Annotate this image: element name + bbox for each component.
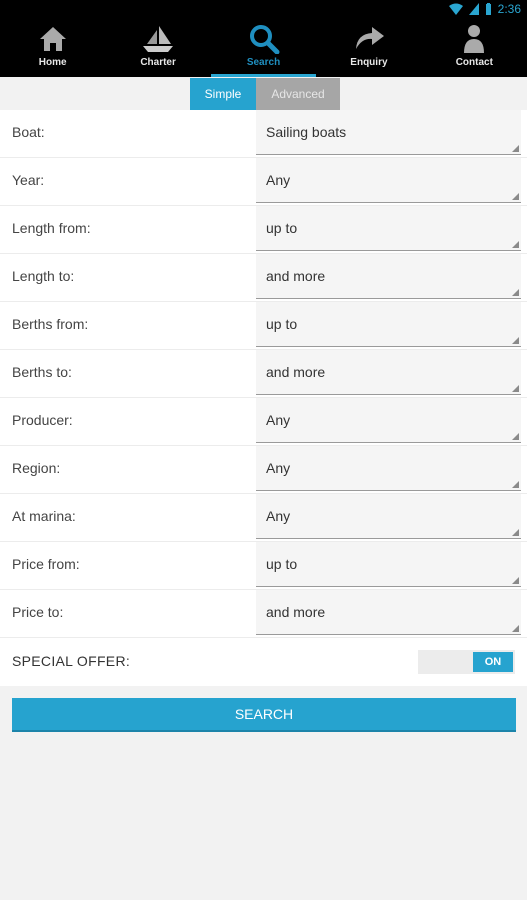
nav-item-search[interactable]: Search	[210, 18, 317, 77]
field-label: Year:	[12, 172, 45, 188]
field-label: Producer:	[12, 412, 73, 428]
special-offer-toggle[interactable]: ON	[418, 650, 515, 674]
search-icon	[249, 25, 280, 54]
clock: 2:36	[497, 2, 521, 16]
dropdown-corner-icon	[512, 193, 519, 200]
form-row-special-offer: SPECIAL OFFER: ON	[0, 638, 527, 686]
select-value: and more	[266, 604, 326, 620]
form-row-region: Region: Any	[0, 446, 527, 494]
toggle-on-label: ON	[473, 652, 513, 672]
field-label: Price from:	[12, 556, 80, 572]
form-row-length-from: Length from: up to	[0, 206, 527, 254]
special-offer-label: SPECIAL OFFER:	[12, 653, 131, 669]
nav-item-home[interactable]: Home	[0, 18, 105, 77]
select-value: Any	[266, 412, 291, 428]
dropdown-corner-icon	[512, 625, 519, 632]
dropdown-corner-icon	[512, 337, 519, 344]
region-select[interactable]: Any	[256, 446, 521, 491]
select-value: and more	[266, 268, 326, 284]
nav-label: Enquiry	[350, 57, 388, 68]
field-label: Length to:	[12, 268, 75, 284]
select-value: Any	[266, 460, 291, 476]
producer-select[interactable]: Any	[256, 398, 521, 443]
year-select[interactable]: Any	[256, 158, 521, 203]
price-from-select[interactable]: up to	[256, 542, 521, 587]
price-to-select[interactable]: and more	[256, 590, 521, 635]
select-value: Any	[266, 508, 291, 524]
nav-label: Home	[38, 57, 67, 68]
nav-label: Contact	[455, 57, 493, 68]
marina-select[interactable]: Any	[256, 494, 521, 539]
form-row-producer: Producer: Any	[0, 398, 527, 446]
person-icon	[464, 25, 485, 53]
berths-from-select[interactable]: up to	[256, 302, 521, 347]
tab-advanced[interactable]: Advanced	[256, 78, 340, 110]
form-row-length-to: Length to: and more	[0, 254, 527, 302]
dropdown-corner-icon	[512, 577, 519, 584]
dropdown-corner-icon	[512, 145, 519, 152]
nav-label: Search	[246, 57, 281, 68]
field-label: Berths from:	[12, 316, 89, 332]
tab-simple[interactable]: Simple	[190, 78, 256, 110]
form-row-berths-from: Berths from: up to	[0, 302, 527, 350]
form-row-price-to: Price to: and more	[0, 590, 527, 638]
length-from-select[interactable]: up to	[256, 206, 521, 251]
select-value: Sailing boats	[266, 124, 347, 140]
top-navigation: Home Charter Search Enquiry Contact	[0, 18, 527, 77]
field-label: Price to:	[12, 604, 64, 620]
form-row-year: Year: Any	[0, 158, 527, 206]
wifi-icon	[448, 3, 463, 15]
field-label: Length from:	[12, 220, 91, 236]
form-row-boat: Boat: Sailing boats	[0, 110, 527, 158]
dropdown-corner-icon	[512, 289, 519, 296]
home-icon	[39, 27, 66, 51]
select-value: up to	[266, 316, 298, 332]
search-button[interactable]: SEARCH	[12, 698, 516, 732]
boat-select[interactable]: Sailing boats	[256, 110, 521, 155]
nav-item-contact[interactable]: Contact	[422, 18, 527, 77]
battery-icon	[485, 3, 491, 15]
field-label: Berths to:	[12, 364, 72, 380]
field-label: At marina:	[12, 508, 76, 524]
share-arrow-icon	[355, 27, 384, 49]
form-row-at-marina: At marina: Any	[0, 494, 527, 542]
form-row-price-from: Price from: up to	[0, 542, 527, 590]
nav-item-enquiry[interactable]: Enquiry	[316, 18, 421, 77]
form-row-berths-to: Berths to: and more	[0, 350, 527, 398]
dropdown-corner-icon	[512, 241, 519, 248]
nav-item-charter[interactable]: Charter	[105, 18, 210, 77]
sailboat-icon	[143, 26, 174, 52]
field-label: Boat:	[12, 124, 45, 140]
dropdown-corner-icon	[512, 481, 519, 488]
status-bar: 2:36	[0, 0, 527, 18]
length-to-select[interactable]: and more	[256, 254, 521, 299]
select-value: up to	[266, 220, 298, 236]
search-mode-tabs: Simple Advanced	[190, 78, 340, 110]
dropdown-corner-icon	[512, 433, 519, 440]
select-value: Any	[266, 172, 291, 188]
field-label: Region:	[12, 460, 61, 476]
dropdown-corner-icon	[512, 385, 519, 392]
nav-label: Charter	[140, 57, 176, 68]
dropdown-corner-icon	[512, 529, 519, 536]
signal-icon	[468, 3, 479, 15]
select-value: up to	[266, 556, 298, 572]
select-value: and more	[266, 364, 326, 380]
search-form: Boat: Sailing boats Year: Any Length fro…	[0, 110, 527, 686]
berths-to-select[interactable]: and more	[256, 350, 521, 395]
